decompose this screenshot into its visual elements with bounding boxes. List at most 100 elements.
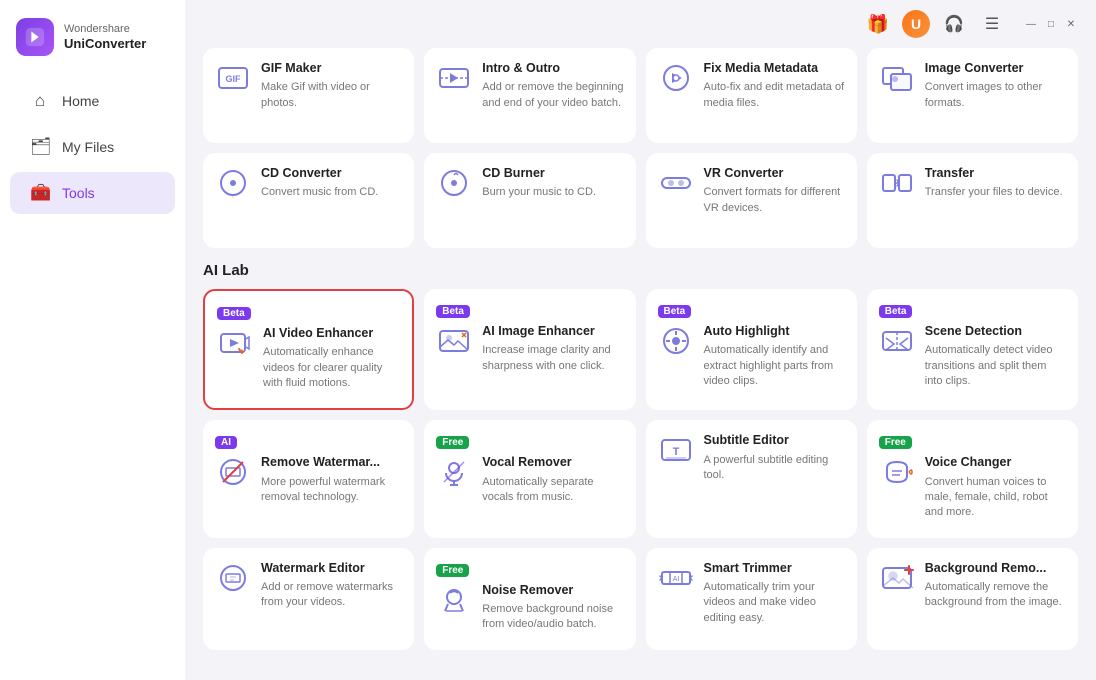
vocal-remover-icon bbox=[436, 454, 472, 490]
card-intro-outro[interactable]: Intro & Outro Add or remove the beginnin… bbox=[424, 48, 635, 143]
card-smart-trimmer[interactable]: AI Smart Trimmer Automatically trim your… bbox=[646, 548, 857, 650]
tools-grid-row4: AI Remove Watermar... More powerful wate… bbox=[203, 420, 1078, 537]
image-converter-desc: Convert images to other formats. bbox=[925, 80, 1066, 111]
card-cd-converter[interactable]: ↑ CD Converter Convert music from CD. bbox=[203, 153, 414, 248]
watermark-editor-title: Watermark Editor bbox=[261, 560, 402, 576]
window-controls: — □ ✕ bbox=[1024, 17, 1078, 31]
close-button[interactable]: ✕ bbox=[1064, 17, 1078, 31]
minimize-button[interactable]: — bbox=[1024, 17, 1038, 31]
free-badge-vocal: Free bbox=[436, 436, 469, 449]
card-cd-burner[interactable]: CD Burner Burn your music to CD. bbox=[424, 153, 635, 248]
smart-trimmer-title: Smart Trimmer bbox=[704, 560, 845, 576]
remove-watermark-title: Remove Watermar... bbox=[261, 454, 402, 470]
main-content: 🎁 U 🎧 ☰ — □ ✕ GIF bbox=[185, 0, 1096, 680]
cd-converter-desc: Convert music from CD. bbox=[261, 185, 402, 200]
card-watermark-editor[interactable]: Watermark Editor Add or remove watermark… bbox=[203, 548, 414, 650]
ai-image-enhancer-title: AI Image Enhancer bbox=[482, 323, 623, 339]
gift-icon[interactable]: 🎁 bbox=[864, 10, 892, 38]
voice-changer-desc: Convert human voices to male, female, ch… bbox=[925, 475, 1066, 521]
card-noise-remover[interactable]: Free Noise Remover Remove background noi… bbox=[424, 548, 635, 650]
transfer-icon bbox=[879, 165, 915, 201]
smart-trimmer-desc: Automatically trim your videos and make … bbox=[704, 580, 845, 626]
noise-remover-icon bbox=[436, 582, 472, 618]
vr-converter-desc: Convert formats for different VR devices… bbox=[704, 185, 845, 216]
headset-icon[interactable]: 🎧 bbox=[940, 10, 968, 38]
sidebar-item-home[interactable]: ⌂ Home bbox=[10, 80, 175, 122]
ai-lab-title: AI Lab bbox=[203, 262, 1078, 279]
fix-metadata-desc: Auto-fix and edit metadata of media file… bbox=[704, 80, 845, 111]
card-ai-image-enhancer[interactable]: Beta AI Image Enhancer Increase image cl… bbox=[424, 289, 635, 410]
background-remover-desc: Automatically remove the background from… bbox=[925, 580, 1066, 611]
transfer-title: Transfer bbox=[925, 165, 1066, 181]
fix-metadata-icon bbox=[658, 60, 694, 96]
noise-remover-title: Noise Remover bbox=[482, 582, 623, 598]
card-transfer[interactable]: Transfer Transfer your files to device. bbox=[867, 153, 1078, 248]
card-gif-maker[interactable]: GIF GIF Maker Make Gif with video or pho… bbox=[203, 48, 414, 143]
voice-changer-icon bbox=[879, 454, 915, 490]
svg-text:↑: ↑ bbox=[231, 193, 235, 200]
card-auto-highlight[interactable]: Beta Auto Highlight bbox=[646, 289, 857, 410]
ai-image-enhancer-icon bbox=[436, 323, 472, 359]
card-image-converter[interactable]: Image Converter Convert images to other … bbox=[867, 48, 1078, 143]
scene-detection-title: Scene Detection bbox=[925, 323, 1066, 339]
fix-metadata-title: Fix Media Metadata bbox=[704, 60, 845, 76]
sidebar-item-myfiles[interactable]: 🗂 My Files bbox=[10, 126, 175, 168]
card-subtitle-editor[interactable]: T Subtitle Editor A powerful subtitle ed… bbox=[646, 420, 857, 537]
tools-grid-row5: Watermark Editor Add or remove watermark… bbox=[203, 548, 1078, 650]
card-ai-video-enhancer[interactable]: Beta AI Video Enhancer Automatica bbox=[203, 289, 414, 410]
transfer-desc: Transfer your files to device. bbox=[925, 185, 1066, 200]
card-voice-changer[interactable]: Free Voice Changer Convert human voices … bbox=[867, 420, 1078, 537]
user-avatar[interactable]: U bbox=[902, 10, 930, 38]
card-vr-converter[interactable]: VR Converter Convert formats for differe… bbox=[646, 153, 857, 248]
beta-badge-scene: Beta bbox=[879, 305, 913, 318]
tools-grid-top: GIF GIF Maker Make Gif with video or pho… bbox=[203, 48, 1078, 143]
card-fix-metadata[interactable]: Fix Media Metadata Auto-fix and edit met… bbox=[646, 48, 857, 143]
ai-video-enhancer-desc: Automatically enhance videos for clearer… bbox=[263, 345, 400, 391]
tools-icon: 🧰 bbox=[30, 183, 50, 203]
card-scene-detection[interactable]: Beta Scene Detection Automatically detec… bbox=[867, 289, 1078, 410]
subtitle-editor-desc: A powerful subtitle editing tool. bbox=[704, 453, 845, 484]
beta-badge-highlight: Beta bbox=[658, 305, 692, 318]
tools-grid-cd: ↑ CD Converter Convert music from CD. bbox=[203, 153, 1078, 248]
vocal-remover-desc: Automatically separate vocals from music… bbox=[482, 475, 623, 506]
svg-text:T: T bbox=[672, 446, 679, 458]
ai-video-enhancer-title: AI Video Enhancer bbox=[263, 325, 400, 341]
sidebar-item-tools[interactable]: 🧰 Tools bbox=[10, 172, 175, 214]
gif-maker-desc: Make Gif with video or photos. bbox=[261, 80, 402, 111]
smart-trimmer-icon: AI bbox=[658, 560, 694, 596]
auto-highlight-desc: Automatically identify and extract highl… bbox=[704, 343, 845, 389]
cd-burner-desc: Burn your music to CD. bbox=[482, 185, 623, 200]
intro-outro-title: Intro & Outro bbox=[482, 60, 623, 76]
free-badge-noise: Free bbox=[436, 564, 469, 577]
maximize-button[interactable]: □ bbox=[1044, 17, 1058, 31]
tools-content: GIF GIF Maker Make Gif with video or pho… bbox=[185, 48, 1096, 680]
svg-text:GIF: GIF bbox=[226, 74, 242, 84]
sidebar: Wondershare UniConverter ⌂ Home 🗂 My Fil… bbox=[0, 0, 185, 680]
image-converter-icon bbox=[879, 60, 915, 96]
cd-converter-title: CD Converter bbox=[261, 165, 402, 181]
card-remove-watermark[interactable]: AI Remove Watermar... More powerful wate… bbox=[203, 420, 414, 537]
image-converter-title: Image Converter bbox=[925, 60, 1066, 76]
watermark-editor-desc: Add or remove watermarks from your video… bbox=[261, 580, 402, 611]
vocal-remover-title: Vocal Remover bbox=[482, 454, 623, 470]
subtitle-editor-title: Subtitle Editor bbox=[704, 432, 845, 448]
intro-outro-icon bbox=[436, 60, 472, 96]
logo-area: Wondershare UniConverter bbox=[0, 0, 185, 78]
card-vocal-remover[interactable]: Free Vocal Remover Automatically bbox=[424, 420, 635, 537]
scene-detection-desc: Automatically detect video transitions a… bbox=[925, 343, 1066, 389]
cd-burner-icon bbox=[436, 165, 472, 201]
beta-badge-video: Beta bbox=[217, 307, 251, 320]
topbar: 🎁 U 🎧 ☰ — □ ✕ bbox=[185, 0, 1096, 48]
scene-detection-icon bbox=[879, 323, 915, 359]
card-background-remover[interactable]: Background Remo... Automatically remove … bbox=[867, 548, 1078, 650]
remove-watermark-desc: More powerful watermark removal technolo… bbox=[261, 475, 402, 506]
cd-converter-icon: ↑ bbox=[215, 165, 251, 201]
ai-badge-watermark: AI bbox=[215, 436, 237, 449]
ai-video-enhancer-icon bbox=[217, 325, 253, 361]
vr-converter-title: VR Converter bbox=[704, 165, 845, 181]
noise-remover-desc: Remove background noise from video/audio… bbox=[482, 602, 623, 633]
menu-icon[interactable]: ☰ bbox=[978, 10, 1006, 38]
auto-highlight-icon bbox=[658, 323, 694, 359]
gif-maker-icon: GIF bbox=[215, 60, 251, 96]
subtitle-editor-icon: T bbox=[658, 432, 694, 468]
